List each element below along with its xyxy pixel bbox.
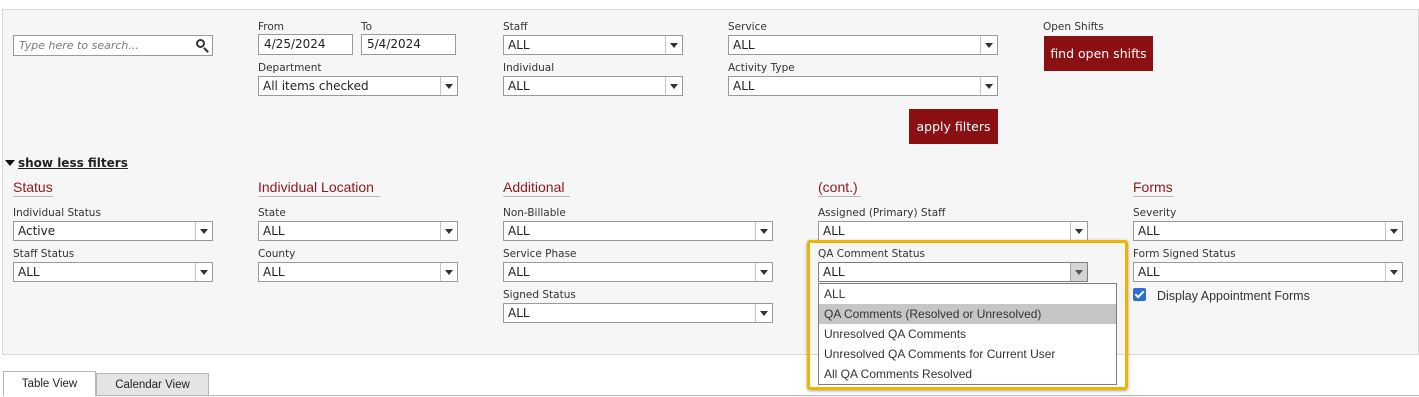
county-label: County (258, 248, 296, 260)
display-appointment-forms-checkbox[interactable] (1133, 288, 1146, 301)
form-signed-status-value: ALL (1138, 265, 1160, 279)
qa-comment-status-select[interactable]: ALL (818, 262, 1088, 282)
signed-status-select[interactable]: ALL (503, 303, 773, 323)
form-signed-status-label: Form Signed Status (1133, 248, 1236, 260)
staff-status-value: ALL (18, 265, 40, 279)
service-select[interactable]: ALL (728, 35, 998, 55)
chevron-down-icon (1385, 222, 1402, 240)
chevron-down-icon (665, 77, 682, 95)
show-less-filters-label: show less filters (18, 156, 128, 170)
non-billable-label: Non-Billable (503, 207, 566, 219)
service-phase-value: ALL (508, 265, 530, 279)
status-section-title: Status (13, 179, 53, 197)
triangle-down-icon (5, 159, 15, 166)
from-date-input[interactable]: 4/25/2024 (258, 34, 353, 55)
signed-status-value: ALL (508, 306, 530, 320)
tab-divider (96, 395, 1419, 396)
apply-filters-button[interactable]: apply filters (909, 109, 998, 144)
chevron-down-icon (440, 77, 457, 95)
chevron-down-icon (440, 222, 457, 240)
individual-value: ALL (508, 79, 530, 93)
county-select[interactable]: ALL (258, 262, 458, 282)
forms-section-title: Forms (1133, 179, 1174, 197)
state-label: State (258, 207, 286, 219)
chevron-down-icon (980, 77, 997, 95)
service-value: ALL (733, 38, 755, 52)
state-value: ALL (263, 224, 285, 238)
tab-table-view[interactable]: Table View (3, 371, 96, 396)
chevron-down-icon (755, 304, 772, 322)
additional-section-title: Additional (503, 179, 570, 197)
form-signed-status-select[interactable]: ALL (1133, 262, 1403, 282)
find-open-shifts-button[interactable]: find open shifts (1044, 36, 1153, 71)
qa-option-all-resolved[interactable]: All QA Comments Resolved (819, 364, 1116, 384)
activity-type-select[interactable]: ALL (728, 76, 998, 96)
qa-comment-status-dropdown: ALL QA Comments (Resolved or Unresolved)… (818, 283, 1117, 385)
activity-type-label: Activity Type (728, 62, 795, 74)
service-phase-label: Service Phase (503, 248, 577, 260)
cont-section-title: (cont.) (818, 179, 861, 197)
search-input[interactable] (15, 37, 191, 54)
qa-option-all[interactable]: ALL (819, 284, 1116, 304)
chevron-down-icon (195, 263, 212, 281)
chevron-down-icon (195, 222, 212, 240)
show-less-filters-toggle[interactable]: show less filters (5, 156, 128, 170)
open-shifts-label: Open Shifts (1043, 21, 1104, 33)
severity-select[interactable]: ALL (1133, 221, 1403, 241)
qa-option-unresolved-current-user[interactable]: Unresolved QA Comments for Current User (819, 344, 1116, 364)
chevron-down-icon (1070, 222, 1087, 240)
staff-status-select[interactable]: ALL (13, 262, 213, 282)
qa-comment-status-label: QA Comment Status (818, 248, 926, 260)
department-select[interactable]: All items checked (258, 76, 458, 96)
chevron-down-icon (440, 263, 457, 281)
chevron-down-icon (1070, 263, 1087, 281)
department-value: All items checked (263, 79, 369, 93)
department-label: Department (258, 62, 322, 74)
severity-label: Severity (1133, 207, 1177, 219)
assigned-staff-select[interactable]: ALL (818, 221, 1088, 241)
qa-option-unresolved[interactable]: Unresolved QA Comments (819, 324, 1116, 344)
county-value: ALL (263, 265, 285, 279)
individual-select[interactable]: ALL (503, 76, 683, 96)
chevron-down-icon (755, 222, 772, 240)
severity-value: ALL (1138, 224, 1160, 238)
state-select[interactable]: ALL (258, 221, 458, 241)
chevron-down-icon (665, 36, 682, 54)
individual-status-select[interactable]: Active (13, 221, 213, 241)
activity-type-value: ALL (733, 79, 755, 93)
to-date-input[interactable]: 5/4/2024 (361, 34, 456, 55)
qa-comment-status-value: ALL (823, 265, 845, 279)
staff-status-label: Staff Status (13, 248, 75, 260)
qa-option-resolved-or-unresolved[interactable]: QA Comments (Resolved or Unresolved) (819, 304, 1116, 324)
from-label: From (258, 21, 285, 33)
non-billable-value: ALL (508, 224, 530, 238)
assigned-staff-label: Assigned (Primary) Staff (818, 207, 946, 219)
service-label: Service (728, 21, 767, 33)
staff-value: ALL (508, 38, 530, 52)
tab-calendar-view[interactable]: Calendar View (96, 373, 209, 396)
non-billable-select[interactable]: ALL (503, 221, 773, 241)
display-appointment-forms-label: Display Appointment Forms (1157, 289, 1310, 303)
assigned-staff-value: ALL (823, 224, 845, 238)
staff-select[interactable]: ALL (503, 35, 683, 55)
chevron-down-icon (755, 263, 772, 281)
chevron-down-icon (980, 36, 997, 54)
individual-status-value: Active (18, 224, 56, 238)
chevron-down-icon (1385, 263, 1402, 281)
to-label: To (361, 21, 373, 33)
search-box (13, 35, 213, 56)
service-phase-select[interactable]: ALL (503, 262, 773, 282)
individual-status-label: Individual Status (13, 207, 101, 219)
individual-location-section-title: Individual Location (258, 179, 380, 197)
individual-label: Individual (503, 62, 555, 74)
signed-status-label: Signed Status (503, 289, 576, 301)
staff-label: Staff (503, 21, 528, 33)
